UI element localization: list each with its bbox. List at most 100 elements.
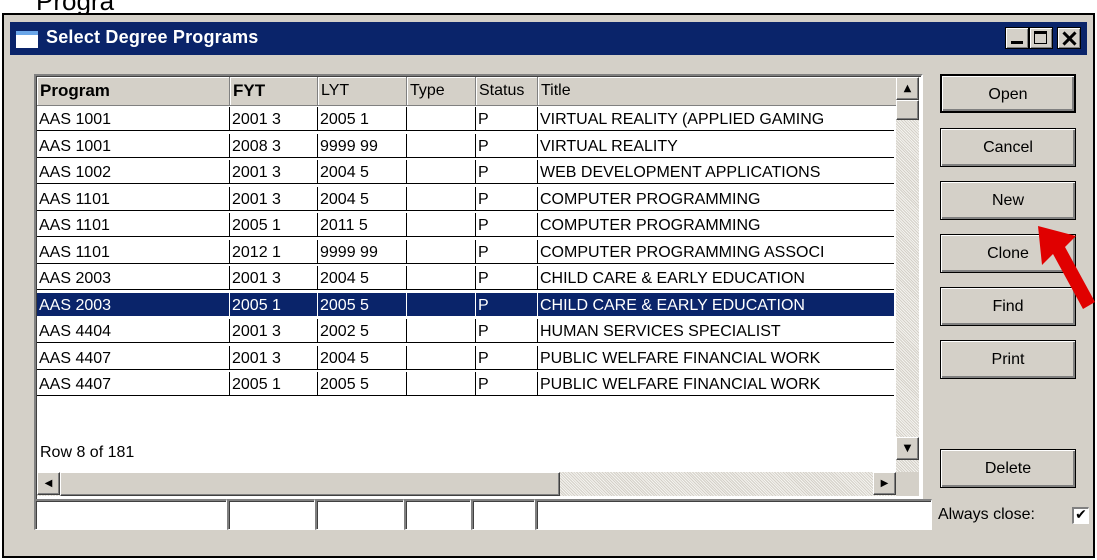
- cell-lyt: 2005 5: [318, 292, 407, 317]
- filter-status-field[interactable]: [471, 499, 535, 530]
- cell-type: [407, 133, 476, 158]
- table-row[interactable]: AAS 1002 2001 3 2004 5 P WEB DEVELOPMENT APP…: [37, 160, 897, 184]
- always-close-label: Always close:: [938, 506, 1035, 523]
- cell-lyt: 9999 99: [318, 239, 407, 264]
- cell-fyt: 2005 1: [230, 213, 318, 237]
- column-header-program[interactable]: Program: [37, 77, 230, 106]
- column-header-title[interactable]: Title: [538, 77, 897, 106]
- cell-title: WEB DEVELOPMENT APPLICATIONS: [538, 160, 894, 184]
- cell-type: [407, 345, 476, 370]
- cell-program: AAS 4407: [37, 345, 230, 370]
- cell-program: AAS 2003: [37, 266, 230, 290]
- table-row[interactable]: AAS 2003 2005 1 2005 5 P CHILD CARE & EARLY …: [37, 292, 897, 317]
- close-icon[interactable]: [1057, 27, 1081, 49]
- filter-type-field[interactable]: [404, 499, 471, 530]
- cell-lyt: 2004 5: [318, 160, 407, 184]
- cell-title: PUBLIC WELFARE FINANCIAL WORK: [538, 372, 894, 396]
- cell-program: AAS 1002: [37, 160, 230, 184]
- print-button[interactable]: Print: [940, 340, 1076, 379]
- cell-program: AAS 1101: [37, 186, 230, 211]
- cell-program: AAS 2003: [37, 292, 230, 317]
- cell-lyt: 2011 5: [318, 213, 407, 237]
- red-arrow-annotation: [1038, 226, 1095, 309]
- cell-program: AAS 4404: [37, 319, 230, 343]
- cell-title: COMPUTER PROGRAMMING ASSOCI: [538, 240, 894, 264]
- cell-fyt: 2001 3: [230, 107, 318, 131]
- vertical-scroll-thumb[interactable]: [896, 100, 919, 120]
- scroll-left-icon[interactable]: ◀: [37, 472, 60, 495]
- window-title: Select Degree Programs: [46, 27, 259, 47]
- cell-program: AAS 1001: [37, 107, 230, 131]
- window-icon: [16, 31, 38, 48]
- scroll-right-icon[interactable]: ▶: [873, 472, 896, 495]
- column-header-status[interactable]: Status: [476, 77, 538, 106]
- cell-title: VIRTUAL REALITY (APPLIED GAMING: [538, 107, 894, 131]
- cell-status: P: [476, 160, 538, 184]
- cell-fyt: 2005 1: [230, 372, 318, 396]
- new-button[interactable]: New: [940, 181, 1076, 220]
- cell-fyt: 2001 3: [230, 266, 318, 290]
- select-degree-programs-dialog: Select Degree Programs Program FYT LYT T…: [2, 13, 1095, 558]
- cell-type: [407, 319, 476, 343]
- cell-type: [407, 292, 476, 317]
- minimize-icon[interactable]: [1005, 27, 1029, 49]
- cell-program: AAS 1101: [37, 213, 230, 237]
- always-close-checkbox[interactable]: ✔: [1072, 507, 1089, 524]
- cell-type: [407, 160, 476, 184]
- cell-program: AAS 4407: [37, 372, 230, 396]
- table-row[interactable]: AAS 1101 2001 3 2004 5 P COMPUTER PROGRAMMIN…: [37, 186, 897, 211]
- cell-title: CHILD CARE & EARLY EDUCATION: [538, 266, 894, 290]
- horizontal-scrollbar[interactable]: ◀ ▶: [37, 472, 896, 496]
- cancel-button[interactable]: Cancel: [940, 128, 1076, 167]
- table-row[interactable]: AAS 1101 2005 1 2011 5 P COMPUTER PROGRAMMIN…: [37, 213, 897, 237]
- cell-title: VIRTUAL REALITY: [538, 134, 894, 158]
- cell-title: CHILD CARE & EARLY EDUCATION: [538, 292, 894, 317]
- scroll-down-icon[interactable]: ▼: [896, 437, 919, 460]
- cell-fyt: 2008 3: [230, 133, 318, 158]
- cell-title: COMPUTER PROGRAMMING: [538, 213, 894, 237]
- column-header-lyt[interactable]: LYT: [318, 77, 407, 106]
- cell-status: P: [476, 213, 538, 237]
- table-row[interactable]: AAS 4407 2001 3 2004 5 P PUBLIC WELFARE FINA…: [37, 345, 897, 370]
- cell-type: [407, 266, 476, 290]
- open-button[interactable]: Open: [940, 74, 1076, 113]
- cell-type: [407, 186, 476, 211]
- cell-program: AAS 1001: [37, 133, 230, 158]
- title-bar[interactable]: Select Degree Programs: [10, 22, 1087, 55]
- filter-program-field[interactable]: [34, 499, 227, 530]
- vertical-scrollbar[interactable]: ▲ ▼: [896, 77, 919, 472]
- cell-type: [407, 107, 476, 131]
- table-row[interactable]: AAS 4407 2005 1 2005 5 P PUBLIC WELFARE FINA…: [37, 372, 897, 396]
- cell-lyt: 2004 5: [318, 266, 407, 290]
- scrollbar-corner: [896, 472, 919, 496]
- filter-title-field[interactable]: [535, 499, 932, 530]
- cell-status: P: [476, 107, 538, 131]
- table-row[interactable]: AAS 1101 2012 1 9999 99 P COMPUTER PROGRAMMI…: [37, 239, 897, 264]
- cell-status: P: [476, 266, 538, 290]
- cell-lyt: 2004 5: [318, 186, 407, 211]
- delete-button[interactable]: Delete: [940, 449, 1076, 488]
- filter-fyt-field[interactable]: [227, 499, 315, 530]
- programs-list[interactable]: Program FYT LYT Type Status Title AAS 10…: [34, 74, 923, 501]
- scroll-up-icon[interactable]: ▲: [896, 77, 919, 100]
- table-row[interactable]: AAS 2003 2001 3 2004 5 P CHILD CARE & EARLY …: [37, 266, 897, 290]
- table-row[interactable]: AAS 1001 2008 3 9999 99 P VIRTUAL REALITY: [37, 133, 897, 158]
- cell-lyt: 2002 5: [318, 319, 407, 343]
- table-row[interactable]: AAS 4404 2001 3 2002 5 P HUMAN SERVICES SPEC…: [37, 319, 897, 343]
- cell-status: P: [476, 372, 538, 396]
- table-row[interactable]: AAS 1001 2001 3 2005 1 P VIRTUAL REALITY (AP…: [37, 107, 897, 131]
- checkmark-icon: ✔: [1075, 507, 1087, 523]
- cell-fyt: 2005 1: [230, 292, 318, 317]
- cell-lyt: 2004 5: [318, 345, 407, 370]
- maximize-icon[interactable]: [1029, 27, 1053, 49]
- cell-status: P: [476, 186, 538, 211]
- horizontal-scroll-thumb[interactable]: [60, 472, 560, 496]
- cell-fyt: 2001 3: [230, 186, 318, 211]
- cell-title: PUBLIC WELFARE FINANCIAL WORK: [538, 346, 894, 370]
- cell-status: P: [476, 239, 538, 264]
- column-header-type[interactable]: Type: [407, 77, 476, 106]
- cell-title: COMPUTER PROGRAMMING: [538, 187, 894, 211]
- column-header-fyt[interactable]: FYT: [230, 77, 318, 106]
- filter-lyt-field[interactable]: [315, 499, 404, 530]
- cell-lyt: 9999 99: [318, 133, 407, 158]
